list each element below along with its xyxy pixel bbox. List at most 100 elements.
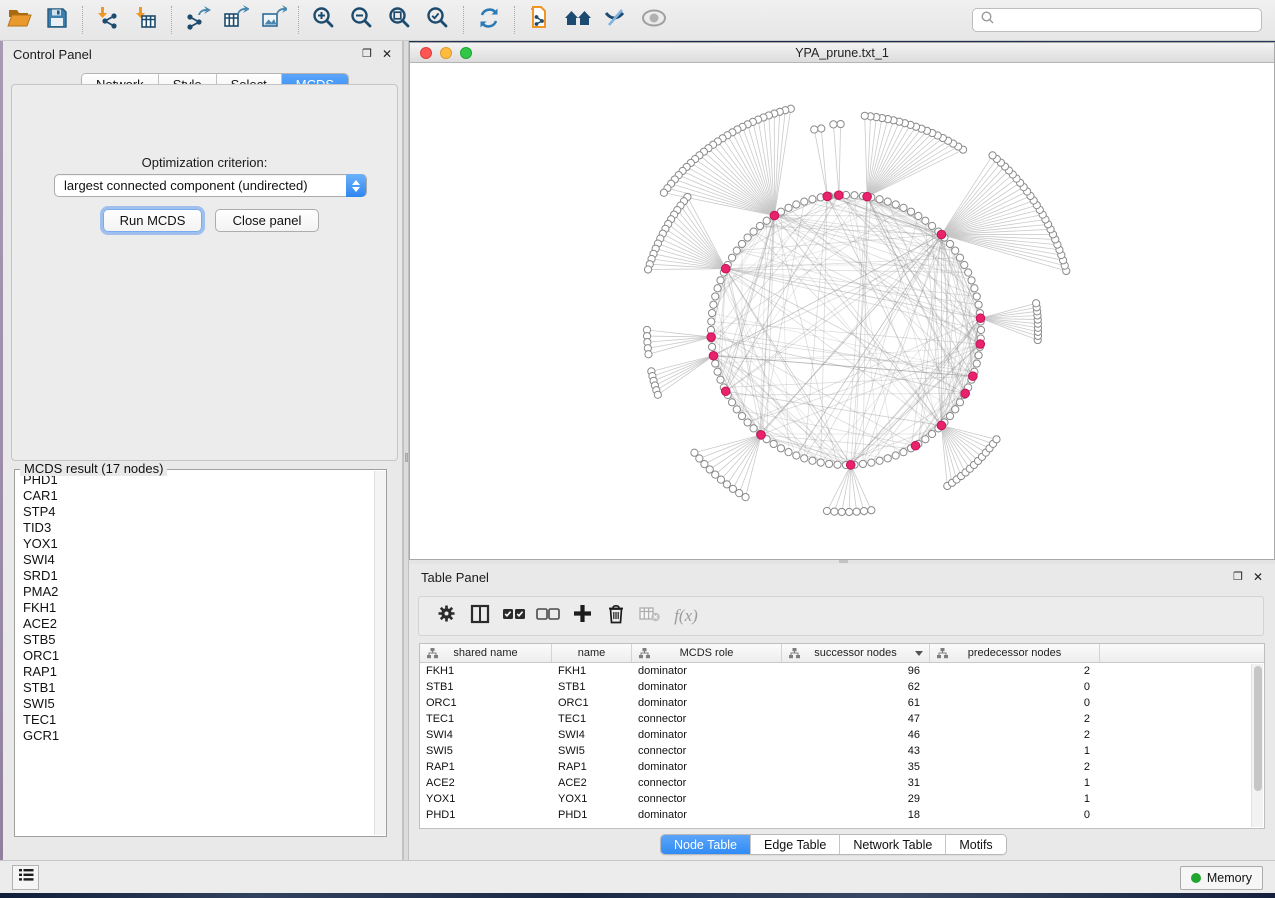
- column-header-MCDS-role[interactable]: MCDS role: [632, 644, 782, 662]
- table-cell[interactable]: 1: [930, 791, 1100, 807]
- network-node[interactable]: [738, 240, 745, 247]
- table-cell[interactable]: ACE2: [552, 775, 632, 791]
- mcds-result-item[interactable]: GCR1: [16, 728, 373, 744]
- network-node[interactable]: [952, 247, 959, 254]
- split-panel-button[interactable]: [463, 600, 497, 632]
- mcds-hub-node[interactable]: [976, 340, 985, 349]
- export-table-button[interactable]: [216, 3, 254, 37]
- network-node[interactable]: [809, 457, 816, 464]
- open-session-button[interactable]: [0, 3, 38, 37]
- tab-motifs[interactable]: Motifs: [946, 835, 1005, 854]
- mcds-result-item[interactable]: SWI4: [16, 552, 373, 568]
- network-node[interactable]: [975, 301, 982, 308]
- table-row[interactable]: FKH1FKH1dominator962: [420, 663, 1264, 679]
- table-cell[interactable]: 2: [930, 711, 1100, 727]
- table-cell[interactable]: 61: [782, 695, 930, 711]
- network-node[interactable]: [915, 212, 922, 219]
- table-cell[interactable]: 35: [782, 759, 930, 775]
- network-node[interactable]: [717, 277, 724, 284]
- network-node[interactable]: [645, 351, 652, 358]
- network-node[interactable]: [989, 152, 996, 159]
- network-node[interactable]: [712, 360, 719, 367]
- mcds-result-item[interactable]: TID3: [16, 520, 373, 536]
- network-node[interactable]: [750, 425, 757, 432]
- table-cell[interactable]: 1: [930, 775, 1100, 791]
- network-node[interactable]: [801, 455, 808, 462]
- table-cell[interactable]: STB1: [420, 679, 552, 695]
- float-panel-icon[interactable]: ❐: [362, 49, 372, 60]
- table-cell[interactable]: PHD1: [420, 807, 552, 823]
- zoom-out-button[interactable]: [343, 3, 381, 37]
- network-node[interactable]: [756, 222, 763, 229]
- table-cell[interactable]: TEC1: [420, 711, 552, 727]
- optimization-criterion-select[interactable]: largest connected component (undirected): [54, 174, 367, 197]
- table-cell[interactable]: connector: [632, 791, 782, 807]
- mcds-hub-node[interactable]: [969, 372, 978, 381]
- network-node[interactable]: [956, 399, 963, 406]
- save-session-button[interactable]: [38, 3, 76, 37]
- table-cell[interactable]: dominator: [632, 727, 782, 743]
- network-node[interactable]: [714, 368, 721, 375]
- create-column-button[interactable]: [565, 600, 599, 632]
- network-node[interactable]: [785, 204, 792, 211]
- splitter-handle[interactable]: [405, 453, 408, 462]
- network-node[interactable]: [736, 490, 743, 497]
- table-cell[interactable]: FKH1: [552, 663, 632, 679]
- network-node[interactable]: [770, 440, 777, 447]
- deselect-all-button[interactable]: [531, 600, 565, 632]
- table-cell[interactable]: STB1: [552, 679, 632, 695]
- close-panel-button[interactable]: Close panel: [215, 209, 319, 232]
- run-mcds-button[interactable]: Run MCDS: [103, 209, 202, 232]
- table-row[interactable]: RAP1RAP1dominator352: [420, 759, 1264, 775]
- refresh-button[interactable]: [470, 3, 508, 37]
- import-table-button[interactable]: [127, 3, 165, 37]
- network-node[interactable]: [884, 455, 891, 462]
- table-cell[interactable]: SWI5: [420, 743, 552, 759]
- table-cell[interactable]: dominator: [632, 679, 782, 695]
- table-row[interactable]: PHD1PHD1dominator180: [420, 807, 1264, 823]
- network-node[interactable]: [785, 449, 792, 456]
- network-node[interactable]: [825, 460, 832, 467]
- mcds-hub-node[interactable]: [823, 192, 832, 201]
- mcds-result-list[interactable]: PHD1CAR1STP4TID3YOX1SWI4SRD1PMA2FKH1ACE2…: [16, 472, 373, 835]
- network-node[interactable]: [946, 240, 953, 247]
- network-node[interactable]: [952, 406, 959, 413]
- network-node[interactable]: [922, 436, 929, 443]
- mcds-result-item[interactable]: RAP1: [16, 664, 373, 680]
- memory-button[interactable]: Memory: [1180, 866, 1263, 890]
- column-header-successor-nodes[interactable]: successor nodes: [782, 644, 930, 662]
- column-header-name[interactable]: name: [552, 644, 632, 662]
- float-panel-icon[interactable]: ❐: [1233, 572, 1243, 583]
- network-node[interactable]: [868, 507, 875, 514]
- network-node[interactable]: [884, 198, 891, 205]
- tab-node-table[interactable]: Node Table: [661, 835, 751, 854]
- table-cell[interactable]: PHD1: [552, 807, 632, 823]
- table-cell[interactable]: 0: [930, 695, 1100, 711]
- network-node[interactable]: [837, 120, 844, 127]
- network-node[interactable]: [654, 391, 661, 398]
- mcds-hub-node[interactable]: [757, 431, 766, 440]
- network-node[interactable]: [744, 419, 751, 426]
- network-node[interactable]: [708, 309, 715, 316]
- network-node[interactable]: [714, 285, 721, 292]
- select-all-button[interactable]: [497, 600, 531, 632]
- network-node[interactable]: [892, 201, 899, 208]
- network-node[interactable]: [729, 485, 736, 492]
- column-header-predecessor-nodes[interactable]: predecessor nodes: [930, 644, 1100, 662]
- search-field[interactable]: [972, 8, 1262, 32]
- tab-edge-table[interactable]: Edge Table: [751, 835, 840, 854]
- table-cell[interactable]: 43: [782, 743, 930, 759]
- mcds-hub-node[interactable]: [937, 230, 946, 239]
- network-node[interactable]: [838, 508, 845, 515]
- network-node[interactable]: [777, 445, 784, 452]
- hide-visibility-button[interactable]: [597, 3, 635, 37]
- network-node[interactable]: [728, 254, 735, 261]
- zoom-fit-button[interactable]: [381, 3, 419, 37]
- network-node[interactable]: [763, 217, 770, 224]
- network-node[interactable]: [742, 494, 749, 501]
- table-cell[interactable]: 47: [782, 711, 930, 727]
- mcds-hub-node[interactable]: [721, 387, 730, 396]
- network-node[interactable]: [738, 412, 745, 419]
- close-panel-icon[interactable]: ✕: [1253, 571, 1263, 583]
- table-row[interactable]: STB1STB1dominator620: [420, 679, 1264, 695]
